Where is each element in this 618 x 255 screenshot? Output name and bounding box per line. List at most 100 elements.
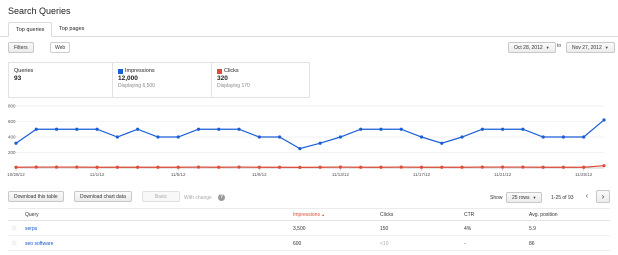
data-point-impressions[interactable] [338,135,343,139]
data-point-clicks[interactable] [359,165,363,169]
data-point-impressions[interactable] [582,135,586,139]
column-ctr[interactable]: CTR [464,212,474,218]
data-point-clicks[interactable] [440,165,444,169]
data-point-impressions[interactable] [480,127,484,131]
column-impressions[interactable]: Impressions ▲ [293,212,325,218]
column-query[interactable]: Query [25,212,39,218]
data-point-impressions[interactable] [318,141,322,145]
query-link[interactable]: seo software [25,241,53,247]
stat-impressions[interactable]: Impressions 12,000 Displaying 6,500 [112,63,211,97]
data-point-clicks[interactable] [521,165,525,169]
data-point-impressions[interactable] [379,127,383,131]
download-table-button[interactable]: Download this table [8,191,64,202]
data-point-clicks[interactable] [176,165,180,169]
star-icon[interactable]: ☆ [11,224,17,232]
cell-impressions: 600 [293,241,302,247]
data-point-clicks[interactable] [277,165,282,169]
data-point-clicks[interactable] [318,165,322,169]
data-point-clicks[interactable] [480,165,484,169]
tab-top-queries[interactable]: Top queries [8,22,53,37]
data-point-impressions[interactable] [298,147,302,151]
filters-button[interactable]: Filters [8,42,34,53]
data-point-impressions[interactable] [54,127,59,131]
data-point-clicks[interactable] [582,165,586,169]
query-link[interactable]: serps [25,226,37,232]
stat-clicks-header: Clicks [217,68,309,74]
start-date-picker[interactable]: Oct 28, 2012 ▼ [508,42,556,53]
data-point-clicks[interactable] [136,165,140,169]
web-filter-chip[interactable]: Web [50,42,71,53]
y-tick-label: 800 [8,104,16,109]
data-point-clicks[interactable] [14,165,18,169]
download-chart-button[interactable]: Download chart data [74,191,132,202]
data-point-impressions[interactable] [75,127,79,131]
data-point-clicks[interactable] [34,165,38,169]
data-point-impressions[interactable] [176,135,180,139]
data-point-clicks[interactable] [75,165,79,169]
data-point-impressions[interactable] [34,127,38,131]
y-tick-label: 400 [8,135,16,140]
data-point-impressions[interactable] [217,127,221,131]
data-point-impressions[interactable] [115,135,119,139]
data-point-impressions[interactable] [399,127,403,131]
x-tick-label: 11/9/12 [252,172,267,177]
show-label: Show [490,195,503,201]
data-point-clicks[interactable] [419,165,424,169]
data-point-clicks[interactable] [379,165,383,169]
stat-clicks-sub: Displaying 170 [217,83,250,89]
data-point-clicks[interactable] [95,165,99,169]
data-point-clicks[interactable] [156,165,160,169]
data-point-impressions[interactable] [460,135,464,139]
data-point-impressions[interactable] [237,127,241,131]
chevron-right-icon[interactable]: › [596,190,610,203]
star-icon[interactable]: ☆ [11,239,17,247]
data-point-impressions[interactable] [440,141,444,145]
data-point-clicks[interactable] [237,165,241,169]
data-point-impressions[interactable] [136,127,140,131]
data-point-impressions[interactable] [359,127,363,131]
question-icon[interactable]: ? [218,194,225,201]
tab-top-pages[interactable]: Top pages [52,22,91,37]
y-tick-label: 200 [8,150,16,155]
cell-avg-position: 86 [529,241,535,247]
triangle-down-icon: ▼ [545,45,550,50]
performance-chart[interactable]: 800 600 400 200 10/28/12 11/1/12 11/5/12 11/9/1… [0,102,618,184]
data-point-impressions[interactable] [501,127,505,131]
column-clicks[interactable]: Clicks [380,212,393,218]
data-point-impressions[interactable] [95,127,99,131]
data-point-clicks[interactable] [257,165,261,169]
data-point-impressions[interactable] [419,135,424,139]
data-point-clicks[interactable] [541,165,545,169]
data-point-impressions[interactable] [156,135,160,139]
column-avg-position[interactable]: Avg. position [529,212,558,218]
cell-clicks: <10 [380,241,389,247]
data-point-clicks[interactable] [298,165,302,169]
data-point-clicks[interactable] [115,165,119,169]
data-point-impressions[interactable] [561,135,566,139]
data-point-clicks[interactable] [561,165,566,169]
data-point-clicks[interactable] [501,165,505,169]
stat-clicks[interactable]: Clicks 320 Displaying 170 [211,63,309,97]
sort-ascending-icon: ▲ [321,213,325,217]
data-point-impressions[interactable] [541,135,545,139]
data-point-clicks[interactable] [602,164,606,168]
end-date-picker[interactable]: Nov 27, 2012 ▼ [566,42,615,53]
data-point-clicks[interactable] [460,165,464,169]
clicks-color-swatch [217,68,222,74]
data-point-impressions[interactable] [277,135,282,139]
data-point-impressions[interactable] [257,135,261,139]
data-point-clicks[interactable] [217,165,221,169]
data-point-impressions[interactable] [14,141,18,145]
data-point-clicks[interactable] [196,165,201,169]
stat-queries: Queries 93 [9,63,112,97]
data-point-impressions[interactable] [521,127,525,131]
chevron-left-icon[interactable]: ‹ [580,190,594,203]
data-point-clicks[interactable] [399,165,403,169]
with-change-toggle[interactable]: With change [184,195,212,201]
data-point-clicks[interactable] [338,165,343,169]
data-point-impressions[interactable] [602,118,606,122]
rows-per-page-select[interactable]: 25 rows ▼ [506,192,543,203]
data-point-impressions[interactable] [196,127,201,131]
basic-toggle[interactable]: Basic [142,191,180,202]
data-point-clicks[interactable] [54,165,59,169]
